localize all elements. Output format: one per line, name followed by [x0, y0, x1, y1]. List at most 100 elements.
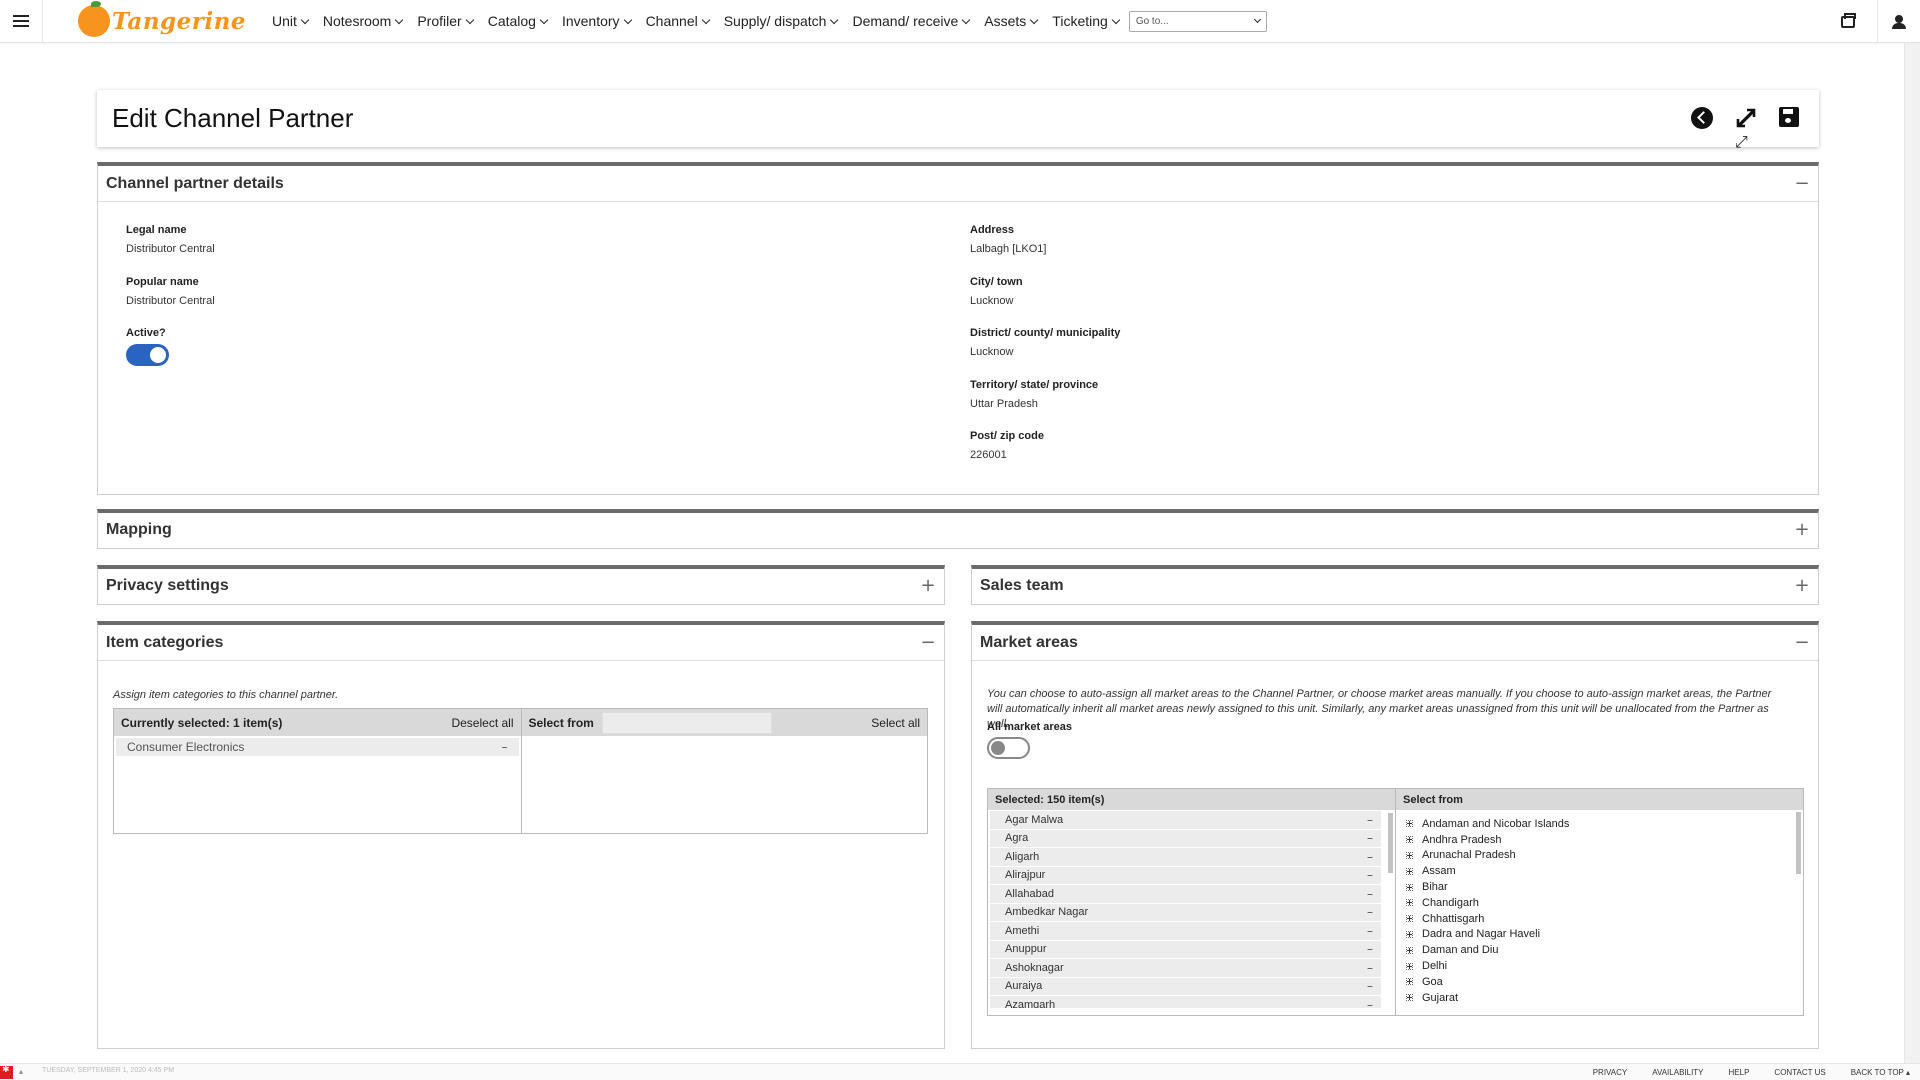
nav-supply-dispatch[interactable]: Supply/ dispatch [724, 13, 839, 29]
footer-link-availability[interactable]: AVAILABILITY [1652, 1068, 1703, 1077]
list-item[interactable]: Azamgarh – [990, 996, 1381, 1008]
privacy-panel-title: Privacy settings [106, 576, 229, 594]
remove-icon: – [1367, 960, 1373, 975]
remove-icon: – [1367, 812, 1373, 827]
main-nav: Unit Notesroom Profiler Catalog Inventor… [272, 10, 1267, 32]
address-value: Lalbagh [LKO1] [970, 243, 1047, 255]
popular-name-value: Distributor Central [126, 295, 215, 307]
brand-logo-icon[interactable] [0, 1065, 13, 1079]
back-icon[interactable] [1691, 107, 1713, 129]
list-item[interactable]: Auraiya – [990, 977, 1381, 995]
select-all-button[interactable]: Select all [871, 716, 920, 730]
tangerine-logo[interactable]: Tangerine [78, 1, 246, 37]
sales-team-panel[interactable]: Sales team + [971, 565, 1819, 605]
collapse-icon[interactable]: − [1794, 632, 1810, 653]
city-label: City/ town [970, 276, 1023, 288]
list-item[interactable]: Aligarh – [990, 848, 1381, 866]
expand-plus-icon[interactable]: + [1794, 519, 1810, 540]
expand-plus-icon[interactable]: + [1794, 575, 1810, 596]
nav-profiler[interactable]: Profiler [417, 13, 474, 29]
remove-icon: – [1367, 886, 1373, 901]
tree-item[interactable]: Bihar [1396, 879, 1797, 895]
mapping-panel[interactable]: Mapping + [97, 509, 1819, 549]
footer-link-help[interactable]: HELP [1729, 1068, 1750, 1077]
list-item[interactable]: Agra – [990, 829, 1381, 847]
list-item[interactable]: Ambedkar Nagar – [990, 903, 1381, 921]
nav-ticketing[interactable]: Ticketing [1052, 13, 1121, 29]
deselect-all-button[interactable]: Deselect all [451, 716, 513, 730]
footer-link-back-to-top[interactable]: BACK TO TOP ▴ [1851, 1068, 1910, 1077]
goto-select[interactable]: Go to... [1128, 10, 1267, 32]
category-search-input[interactable] [601, 711, 772, 734]
active-toggle[interactable] [126, 344, 169, 366]
selected-count-header: Currently selected: 1 item(s) [121, 715, 283, 730]
remove-icon[interactable]: – [502, 740, 508, 754]
nav-inventory[interactable]: Inventory [562, 13, 632, 29]
nav-notesroom[interactable]: Notesroom [323, 13, 404, 29]
expand-icon[interactable] [1735, 107, 1757, 129]
nav-catalog[interactable]: Catalog [488, 13, 549, 29]
footer-link-privacy[interactable]: PRIVACY [1593, 1068, 1628, 1077]
chevron-down-icon [623, 15, 632, 24]
chevron-down-icon [539, 15, 549, 24]
tree-item[interactable]: Dadra and Nagar Haveli [1396, 927, 1797, 943]
tree-item[interactable]: Chandigarh [1396, 895, 1797, 911]
tree-item[interactable]: Gujarat [1396, 990, 1797, 1006]
all-market-areas-toggle[interactable] [987, 737, 1030, 759]
expand-node-icon [1406, 883, 1413, 891]
tree-item[interactable]: Andhra Pradesh [1396, 832, 1797, 848]
active-label: Active? [126, 327, 166, 339]
list-item[interactable]: Allahabad – [990, 885, 1381, 903]
print-icon[interactable] [1841, 12, 1856, 28]
user-icon [1892, 14, 1906, 29]
tree-item[interactable]: Delhi [1396, 958, 1797, 974]
expand-plus-icon[interactable]: + [920, 575, 936, 596]
orange-icon [78, 1, 110, 37]
expand-node-icon [1406, 915, 1413, 923]
footer-date: TUESDAY, SEPTEMBER 1, 2020 4:45 PM [42, 1067, 175, 1074]
sales-team-panel-title: Sales team [980, 576, 1064, 594]
menu-button[interactable] [0, 0, 43, 43]
nav-assets[interactable]: Assets [984, 13, 1039, 29]
collapse-icon[interactable]: − [1794, 173, 1810, 194]
nav-channel[interactable]: Channel [646, 13, 710, 29]
footer-link-contact[interactable]: CONTACT US [1774, 1068, 1825, 1077]
collapse-icon[interactable]: − [920, 632, 936, 653]
save-icon[interactable] [1779, 107, 1799, 127]
tree-item[interactable]: Goa [1396, 974, 1797, 990]
chevron-down-icon [701, 15, 710, 24]
list-item[interactable]: Agar Malwa – [990, 811, 1381, 829]
tree-item[interactable]: Daman and Diu [1396, 942, 1797, 958]
chevron-down-icon [1253, 15, 1261, 24]
select-from-header: Select from [528, 715, 594, 730]
selected-market-areas-list[interactable]: Agar Malwa – Agra – Aligarh – Alirajpur – Al… [988, 810, 1395, 1008]
chevron-down-icon [1030, 15, 1039, 24]
hamburger-icon [13, 15, 29, 27]
page-scrollbar[interactable] [1904, 43, 1920, 1063]
nav-demand-receive[interactable]: Demand/ receive [852, 13, 971, 29]
mapping-panel-title: Mapping [106, 520, 172, 538]
list-item[interactable]: Consumer Electronics – [116, 738, 519, 756]
tree-item[interactable]: Chhattisgarh [1396, 911, 1797, 927]
all-market-areas-label: All market areas [987, 721, 1072, 733]
remove-icon: – [1367, 849, 1373, 864]
list-item[interactable]: Alirajpur – [990, 866, 1381, 884]
list-item[interactable]: Anuppur – [990, 940, 1381, 958]
tree-item[interactable]: Andaman and Nicobar Islands [1396, 816, 1797, 832]
chevron-down-icon [395, 15, 404, 24]
expand-node-icon [1406, 820, 1413, 828]
tree-item[interactable]: Assam [1396, 863, 1797, 879]
tree-item[interactable]: Arunachal Pradesh [1396, 848, 1797, 864]
page-header-card: Edit Channel Partner [97, 90, 1819, 147]
caret-icon[interactable]: ▴ [19, 1067, 23, 1076]
available-market-areas-list[interactable]: Andaman and Nicobar Islands Andhra Prade… [1396, 810, 1803, 1008]
list-scrollbar[interactable] [1388, 813, 1393, 873]
nav-unit[interactable]: Unit [272, 13, 310, 29]
user-menu-button[interactable] [1877, 0, 1920, 43]
list-item[interactable]: Amethi – [990, 922, 1381, 940]
privacy-panel[interactable]: Privacy settings + [97, 565, 945, 605]
remove-icon: – [1367, 905, 1373, 920]
list-item[interactable]: Ashoknagar – [990, 959, 1381, 977]
market-areas-hint: You can choose to auto-assign all market… [987, 688, 1772, 730]
list-scrollbar[interactable] [1796, 812, 1801, 874]
